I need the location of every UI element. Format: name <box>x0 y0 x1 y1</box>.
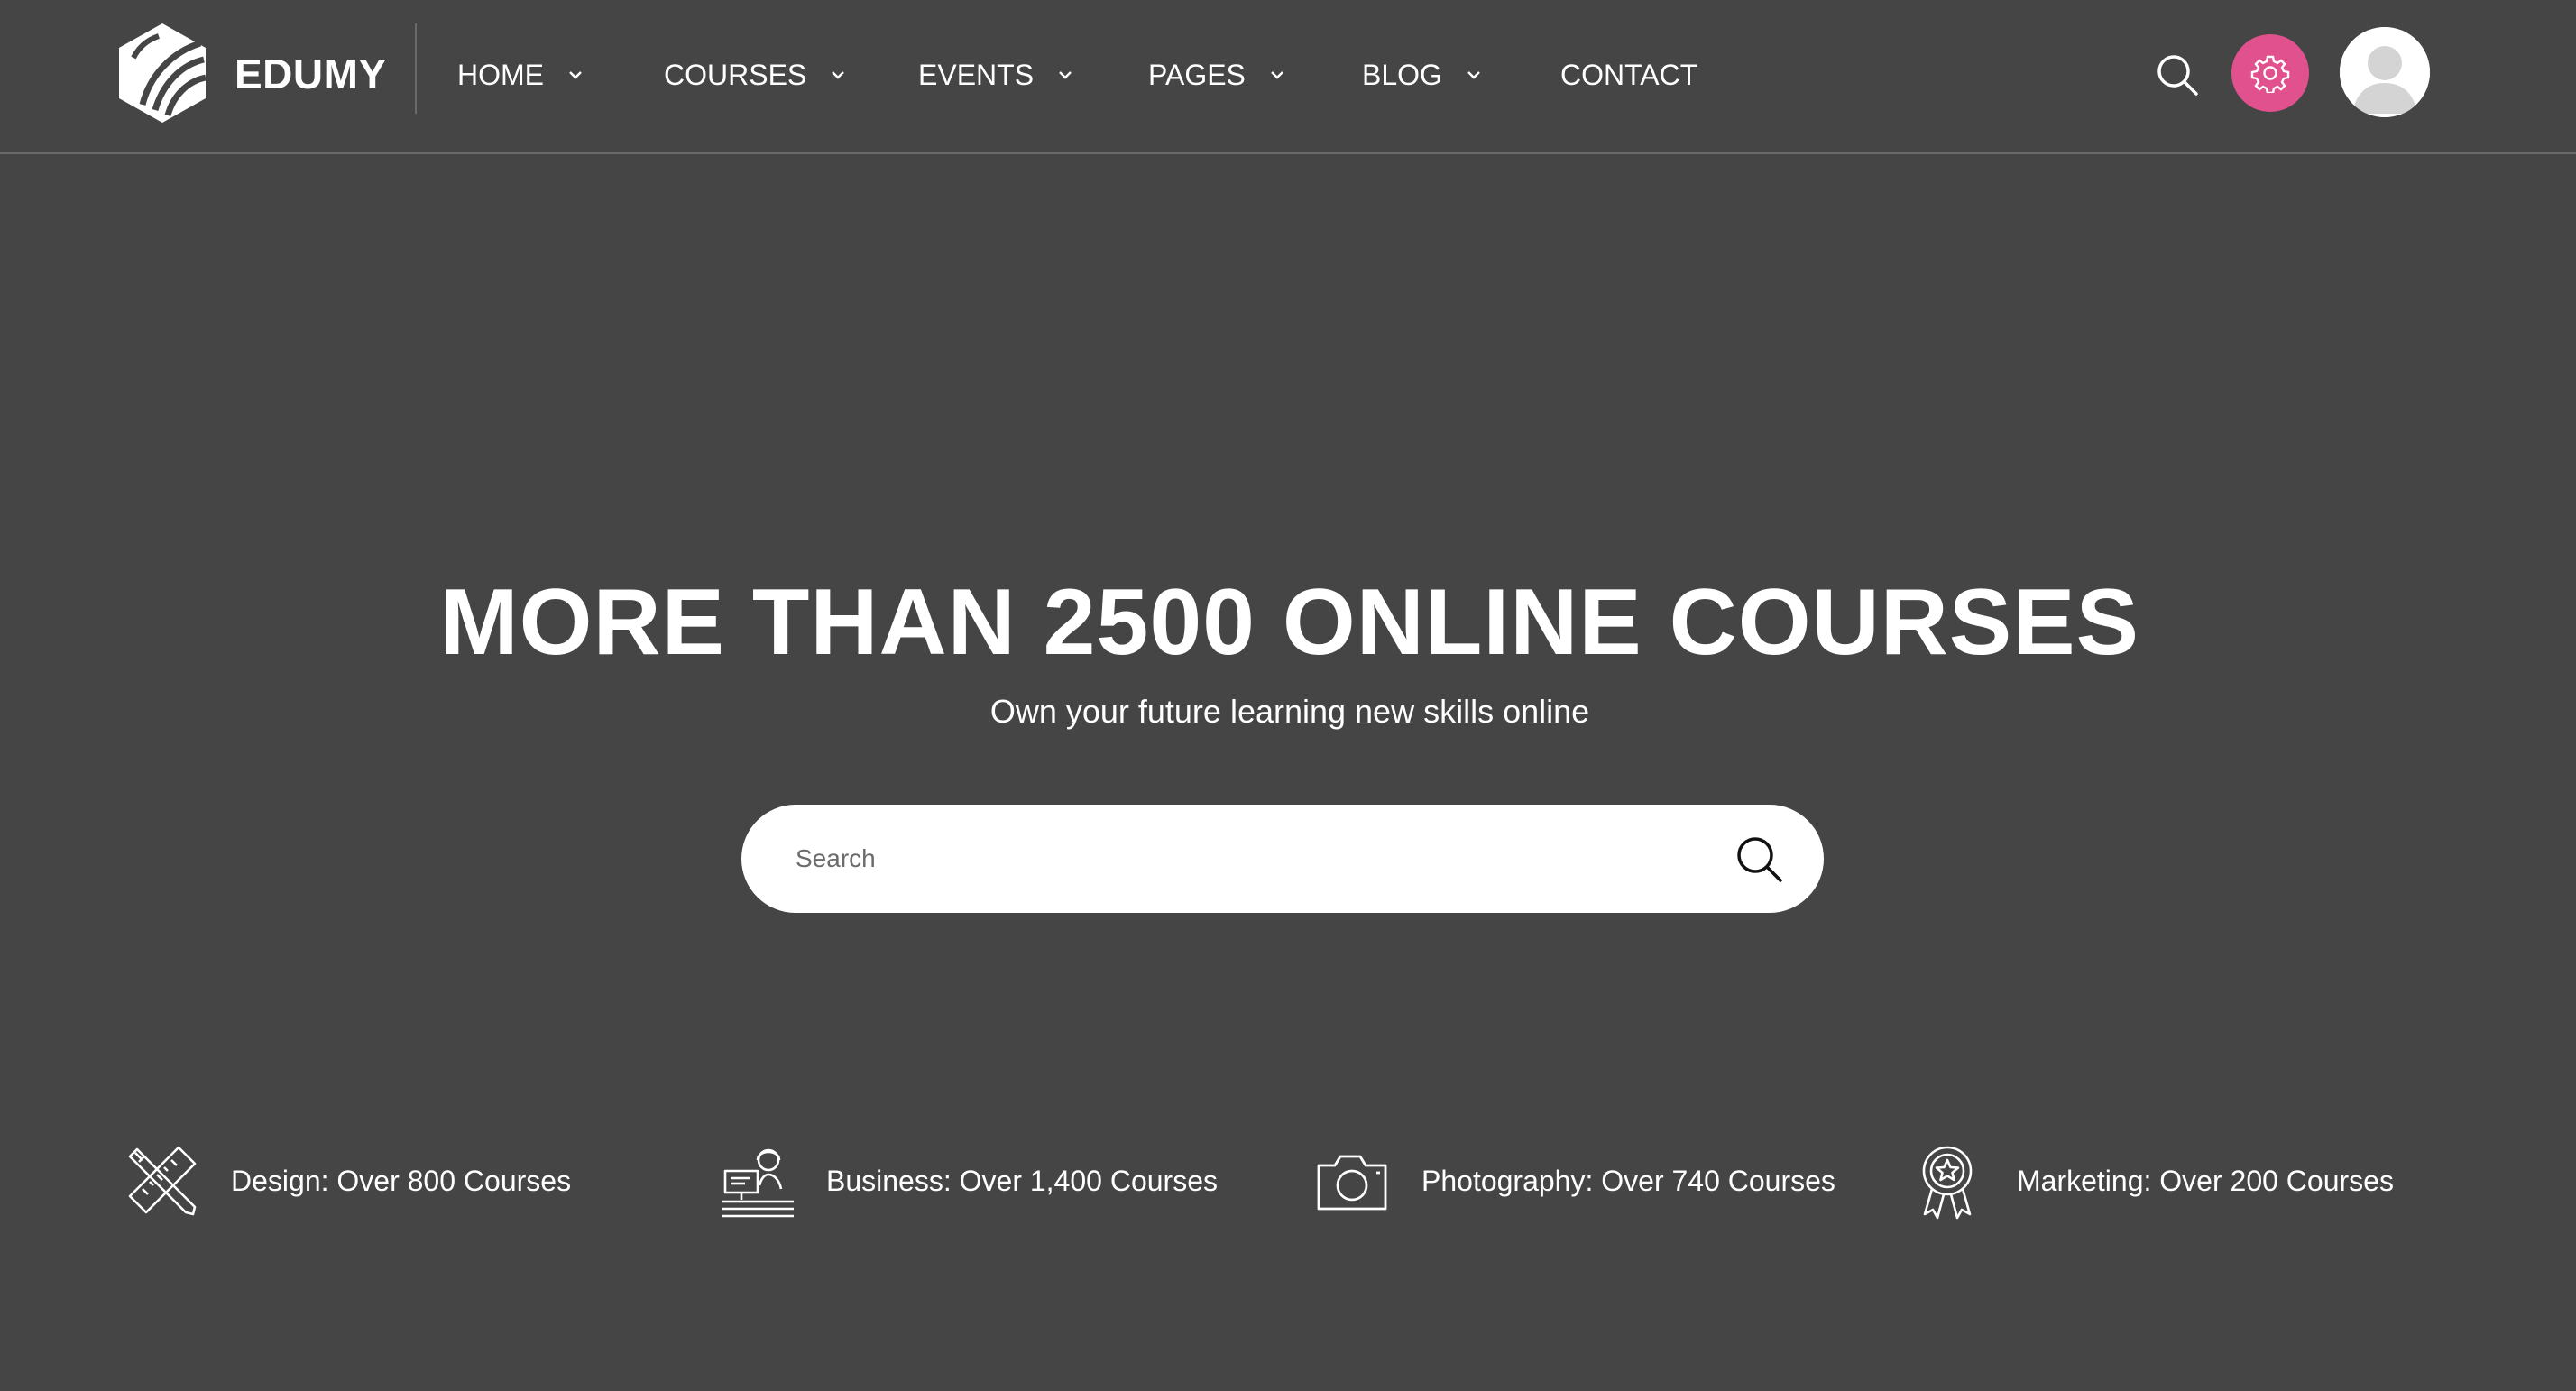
search-input[interactable] <box>796 832 1697 886</box>
hero-subtitle: Own your future learning new skills onli… <box>989 693 1590 730</box>
search-icon[interactable] <box>1734 834 1784 884</box>
chevron-down-icon <box>832 71 845 79</box>
category-marketing[interactable]: Marketing: Over 200 Courses <box>1909 1140 2394 1221</box>
nav-item-courses[interactable]: COURSES <box>664 54 846 96</box>
award-badge-icon <box>1922 1146 1973 1220</box>
nav-item-pages[interactable]: PAGES <box>1148 54 1285 96</box>
edumy-logo-icon[interactable] <box>115 22 209 124</box>
nav-item-label: PAGES <box>1148 58 1246 91</box>
nav-item-blog[interactable]: BLOG <box>1362 54 1482 96</box>
nav-item-events[interactable]: EVENTS <box>918 54 1073 96</box>
nav-item-label: BLOG <box>1362 58 1442 91</box>
category-business[interactable]: Business: Over 1,400 Courses <box>718 1140 1218 1221</box>
settings-button[interactable] <box>2231 34 2309 112</box>
camera-icon <box>1317 1155 1387 1211</box>
nav-item-contact[interactable]: CONTACT <box>1560 54 1697 96</box>
nav-item-label: CONTACT <box>1560 58 1698 91</box>
hero-title: MORE THAN 2500 ONLINE COURSES <box>440 570 2139 675</box>
site-header: EDUMY HOME COURSES EVENTS PAGES BLOG CON… <box>0 0 2576 154</box>
user-avatar-icon[interactable] <box>2340 27 2430 117</box>
nav-item-label: COURSES <box>664 58 807 91</box>
category-design[interactable]: Design: Over 800 Courses <box>123 1140 571 1221</box>
brand-name[interactable]: EDUMY <box>235 49 387 99</box>
chevron-down-icon <box>569 71 582 79</box>
category-label: Business: Over 1,400 Courses <box>826 1164 1218 1197</box>
nav-item-label: HOME <box>457 58 544 91</box>
nav-item-label: EVENTS <box>918 58 1035 91</box>
search-icon[interactable] <box>2155 52 2200 97</box>
chevron-down-icon <box>1467 71 1480 79</box>
gear-icon <box>2250 55 2290 93</box>
category-label: Design: Over 800 Courses <box>231 1164 572 1197</box>
business-desk-icon <box>722 1148 794 1218</box>
category-label: Marketing: Over 200 Courses <box>2017 1164 2394 1197</box>
category-label: Photography: Over 740 Courses <box>1421 1164 1835 1197</box>
pencil-ruler-icon <box>128 1146 197 1216</box>
nav-item-home[interactable]: HOME <box>457 54 584 96</box>
brand-divider <box>415 23 417 114</box>
page: EDUMY HOME COURSES EVENTS PAGES BLOG CON… <box>0 0 2576 1391</box>
category-photography[interactable]: Photography: Over 740 Courses <box>1313 1140 1835 1221</box>
chevron-down-icon <box>1271 71 1283 79</box>
hero-search-box <box>741 805 1824 913</box>
chevron-down-icon <box>1059 71 1072 79</box>
